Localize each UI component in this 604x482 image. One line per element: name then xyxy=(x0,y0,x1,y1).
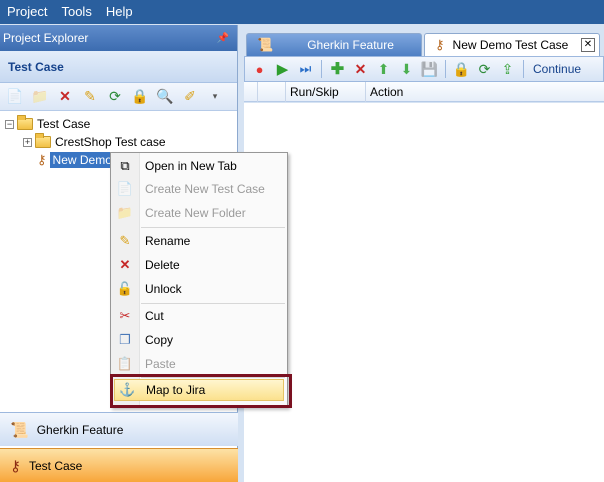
new-test-case-icon: 📄 xyxy=(116,181,134,196)
chevron-down-icon[interactable]: ▾ xyxy=(204,86,226,108)
project-explorer-header: Project Explorer 📌 xyxy=(0,25,237,51)
menu-item-label: Paste xyxy=(145,357,176,371)
tree-node-label: CrestShop Test case xyxy=(55,135,166,149)
scroll-icon: 📜 xyxy=(257,37,274,52)
wand-icon[interactable]: ✐ xyxy=(179,86,201,108)
column-header-empty xyxy=(244,82,258,102)
export-icon[interactable]: ⇪ xyxy=(497,58,518,80)
menu-separator xyxy=(141,303,285,304)
steps-grid-header: Run/Skip Action xyxy=(244,82,604,102)
close-icon[interactable]: ✕ xyxy=(581,38,595,52)
menu-item-paste[interactable]: 📋 Paste xyxy=(111,353,287,375)
save-icon[interactable]: 💾 xyxy=(419,58,440,80)
new-test-case-icon[interactable]: 📄 xyxy=(4,86,26,108)
menu-item-label: Unlock xyxy=(145,282,182,296)
highlight-frame xyxy=(110,374,292,408)
menu-item-label: Rename xyxy=(145,234,191,248)
menu-item-label: Cut xyxy=(145,309,164,323)
menu-tools[interactable]: Tools xyxy=(54,0,98,24)
column-header-action[interactable]: Action xyxy=(366,82,604,102)
section-title: Test Case xyxy=(8,59,64,74)
new-folder-icon: 📁 xyxy=(116,205,134,220)
new-folder-icon[interactable]: 📁 xyxy=(29,86,51,108)
bottom-tab-test-case[interactable]: ⚷ Test Case xyxy=(0,448,238,482)
rename-icon[interactable]: ✎ xyxy=(79,86,101,108)
bottom-tab-label: Test Case xyxy=(29,458,83,473)
menu-item-cut[interactable]: ✂ Cut xyxy=(111,305,287,327)
paste-icon: 📋 xyxy=(116,356,134,371)
pin-icon[interactable]: 📌 xyxy=(217,33,229,44)
menu-item-label: Create New Folder xyxy=(145,206,246,220)
menu-item-delete[interactable]: ✕ Delete xyxy=(111,254,287,276)
toolbar-divider xyxy=(445,60,446,78)
editor-panel: 📜 Gherkin Feature ⚷ New Demo Test Case ✕… xyxy=(244,31,604,482)
rename-icon: ✎ xyxy=(119,233,131,248)
menu-project[interactable]: Project xyxy=(0,0,54,24)
toolbar-divider xyxy=(523,60,524,78)
scissors-icon: ✂ xyxy=(119,308,131,323)
tree-node-root[interactable]: − Test Case xyxy=(0,115,237,133)
unlock-icon: 🔓 xyxy=(116,281,134,296)
menu-item-create-new-test-case[interactable]: 📄 Create New Test Case xyxy=(111,178,287,200)
menu-item-label: Delete xyxy=(145,258,180,272)
play-icon[interactable]: ▶ xyxy=(272,58,293,80)
arrow-down-icon[interactable]: ⬇ xyxy=(396,58,417,80)
refresh-icon[interactable]: ⟳ xyxy=(474,58,495,80)
collapse-icon[interactable]: − xyxy=(5,119,14,129)
key-icon: ⚷ xyxy=(10,457,21,475)
menu-bar: Project Tools Help xyxy=(0,0,604,24)
lock-icon[interactable]: 🔒 xyxy=(129,86,151,108)
record-icon[interactable]: ● xyxy=(249,58,270,80)
tab-gherkin-feature[interactable]: 📜 Gherkin Feature xyxy=(246,33,422,56)
menu-item-label: Create New Test Case xyxy=(145,182,265,196)
context-menu: ⧉ Open in New Tab 📄 Create New Test Case… xyxy=(110,152,288,408)
tab-label: Gherkin Feature xyxy=(307,38,394,52)
bottom-tab-label: Gherkin Feature xyxy=(36,422,124,437)
lock-icon[interactable]: 🔒 xyxy=(451,58,472,80)
menu-item-label: Open in New Tab xyxy=(145,159,237,173)
menu-item-open-in-new-tab[interactable]: ⧉ Open in New Tab xyxy=(111,155,287,177)
column-header-spacer xyxy=(258,82,286,102)
key-icon: ⚷ xyxy=(37,152,47,167)
menu-item-label: Copy xyxy=(145,333,174,347)
test-case-toolbar: ● ▶ ⏭ ✚ ✕ ⬆ ⬇ 💾 🔒 ⟳ ⇪ Continue xyxy=(244,56,604,82)
menu-item-copy[interactable]: ❐ Copy xyxy=(111,329,287,351)
search-icon[interactable]: 🔍 xyxy=(154,86,176,108)
tree-node-label: Test Case xyxy=(37,117,91,131)
steps-grid-body[interactable] xyxy=(244,103,604,482)
tab-label: New Demo Test Case xyxy=(452,38,569,52)
refresh-icon[interactable]: ⟳ xyxy=(104,86,126,108)
toolbar-divider xyxy=(321,60,322,78)
editor-tabs: 📜 Gherkin Feature ⚷ New Demo Test Case ✕ xyxy=(244,31,604,56)
menu-item-create-new-folder[interactable]: 📁 Create New Folder xyxy=(111,202,287,224)
bottom-tab-gherkin[interactable]: 📜 Gherkin Feature xyxy=(0,412,238,446)
menu-item-unlock[interactable]: 🔓 Unlock xyxy=(111,278,287,300)
folder-icon xyxy=(35,133,51,148)
delete-icon: ✕ xyxy=(119,257,131,272)
menu-separator xyxy=(141,227,285,228)
column-header-run-skip[interactable]: Run/Skip xyxy=(286,82,366,102)
key-icon: ⚷ xyxy=(435,37,445,52)
delete-icon[interactable]: ✕ xyxy=(350,58,371,80)
add-icon[interactable]: ✚ xyxy=(327,58,348,80)
delete-icon[interactable]: ✕ xyxy=(54,86,76,108)
tree-node-label-selected: New Demo xyxy=(49,152,115,168)
project-explorer-title: Project Explorer xyxy=(3,31,89,45)
tree-node-crestshop[interactable]: + CrestShop Test case xyxy=(0,133,237,151)
tab-new-demo-test-case[interactable]: ⚷ New Demo Test Case ✕ xyxy=(424,33,600,56)
folder-open-icon xyxy=(17,115,33,130)
arrow-up-icon[interactable]: ⬆ xyxy=(373,58,394,80)
new-tab-icon: ⧉ xyxy=(120,158,130,173)
explorer-toolbar: 📄 📁 ✕ ✎ ⟳ 🔒 🔍 ✐ ▾ xyxy=(0,83,237,111)
section-header: Test Case xyxy=(0,51,237,83)
menu-item-rename[interactable]: ✎ Rename xyxy=(111,230,287,252)
scroll-icon: 📜 xyxy=(10,421,29,439)
expand-icon[interactable]: + xyxy=(23,137,32,147)
step-icon[interactable]: ⏭ xyxy=(295,58,316,80)
copy-icon: ❐ xyxy=(119,332,131,347)
menu-help[interactable]: Help xyxy=(99,0,140,24)
continue-button[interactable]: Continue xyxy=(533,62,581,76)
